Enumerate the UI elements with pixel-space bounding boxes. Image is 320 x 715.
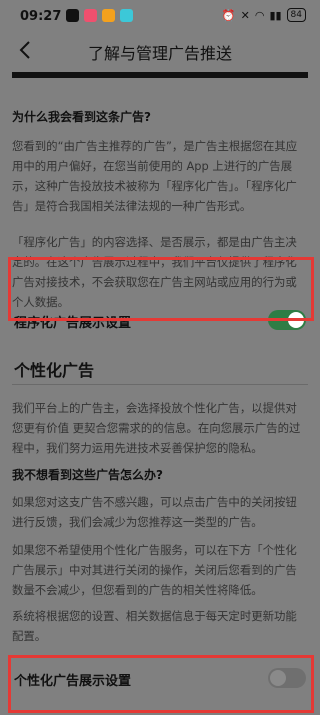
battery-indicator: 84 <box>286 8 306 22</box>
wifi-icon: ◠ <box>254 8 265 22</box>
page-title: 了解与管理广告推送 <box>87 44 232 63</box>
alarm-icon: ⏰ <box>221 8 236 22</box>
status-app-icons <box>66 9 133 22</box>
signal-icon: ▮▮ <box>269 8 282 22</box>
app-icon-red <box>84 9 97 22</box>
app-icon-teal <box>120 9 133 22</box>
highlight-box-programmatic <box>8 257 314 321</box>
paragraph-close-feedback: 如果您对这支广告不感兴趣，可以点击广告中的关闭按钮进行反馈，我们会减少为您推荐这… <box>12 495 297 529</box>
status-indicators: ⏰ ✕ ◠ ▮▮ 84 <box>222 8 306 22</box>
paragraph-disable-personalized: 如果您不希望使用个性化广告服务，可以在下方「个性化广告展示」中对其进行关闭的操作… <box>12 543 297 597</box>
top-banner-strip <box>12 72 308 78</box>
section-title-personalized: 个性化广告 <box>14 361 95 380</box>
divider <box>12 384 308 385</box>
paragraph-personalized-ad: 我们平台上的广告主，会选择投放个性化广告，以提供对您更有价值 更契合您需求的的信… <box>12 401 301 455</box>
highlight-box-personalized <box>8 655 314 713</box>
status-time: 09:27 <box>20 9 62 24</box>
question-heading-dont-want: 我不想看到这些广告怎么办? <box>12 468 163 482</box>
question-heading-why: 为什么我会看到这条广告? <box>12 110 151 124</box>
tiktok-icon <box>66 9 79 22</box>
nav-bar: 了解与管理广告推送 <box>0 32 320 68</box>
mute-icon: ✕ <box>240 8 250 22</box>
paragraph-system-update: 系统将根据您的设置、相关数据信息于每天定时更新功能配置。 <box>12 609 297 643</box>
paragraph-programmatic-ad: 您看到的“由广告主推荐的广告”，是广告主根据您在其应用中的用户偏好，在您当前使用… <box>12 139 298 213</box>
app-icon-orange <box>102 9 115 22</box>
status-bar: 09:27 ⏰ ✕ ◠ ▮▮ 84 <box>0 0 320 32</box>
